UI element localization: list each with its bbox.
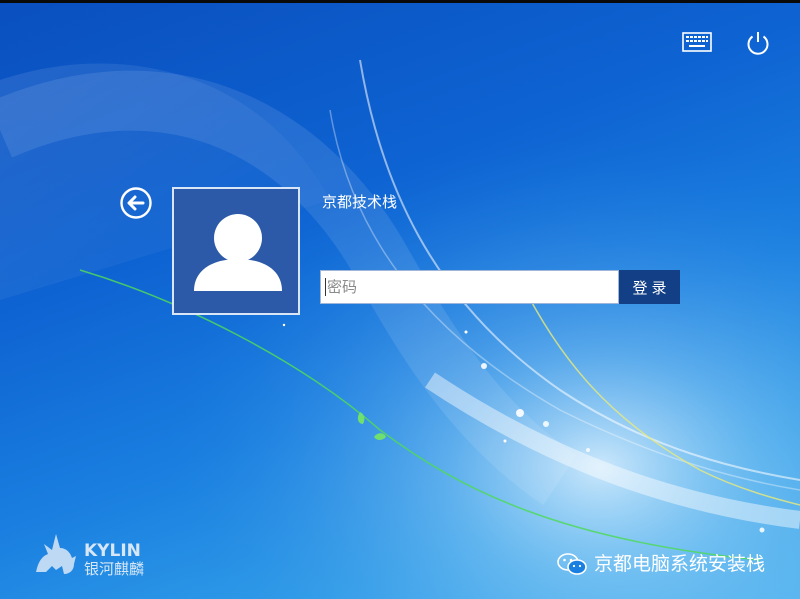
keyboard-icon[interactable] <box>682 32 712 52</box>
back-arrow-icon <box>120 187 152 219</box>
login-screen: 京都技术栈 密码 登录 KYLIN 银河麒麟 京都电脑系统安装栈 <box>0 0 800 599</box>
logo-subtext: 银河麒麟 <box>84 560 144 578</box>
power-icon[interactable] <box>744 29 772 57</box>
back-button[interactable] <box>119 186 153 220</box>
username-label: 京都技术栈 <box>322 193 398 211</box>
password-field[interactable]: 密码 <box>320 270 619 304</box>
wechat-icon <box>557 553 587 575</box>
kylin-logo: KYLIN 银河麒麟 <box>32 526 164 578</box>
text-caret <box>325 278 326 296</box>
kylin-qilin-logo <box>36 534 76 574</box>
login-button[interactable]: 登录 <box>619 270 680 304</box>
logo-text: KYLIN <box>84 541 141 561</box>
watermark: 京都电脑系统安装栈 <box>556 551 765 577</box>
user-silhouette-icon <box>194 214 282 291</box>
user-avatar[interactable] <box>172 187 300 315</box>
watermark-text: 京都电脑系统安装栈 <box>594 553 766 575</box>
password-placeholder: 密码 <box>327 278 358 296</box>
